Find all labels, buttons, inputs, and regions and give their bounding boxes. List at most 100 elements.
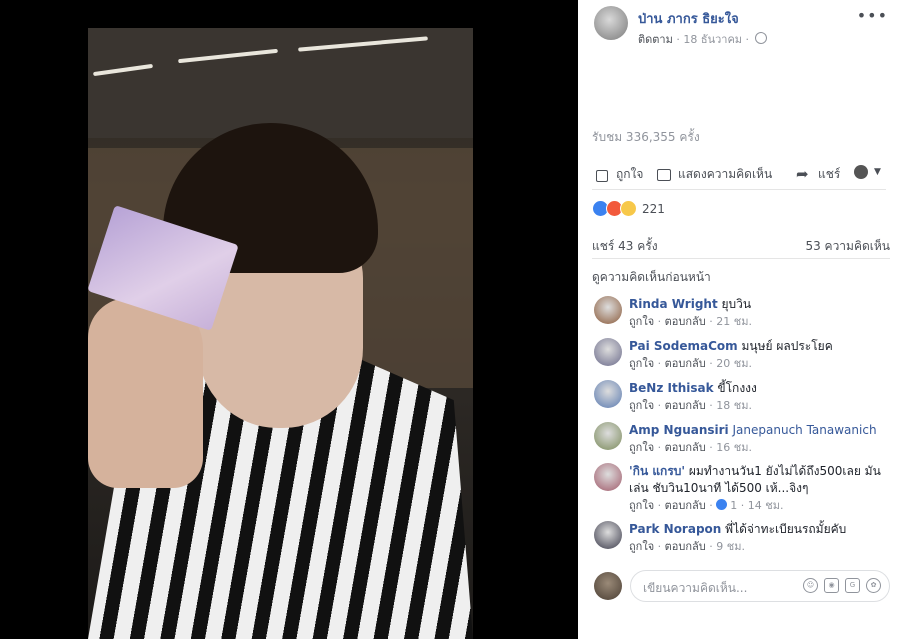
subline-separator: · bbox=[672, 33, 684, 46]
comment-text: ยุบวิน bbox=[721, 297, 752, 311]
comment-text-line: BeNz Ithisak ขี้โกงงง bbox=[629, 380, 891, 397]
comment-time[interactable]: 14 ชม. bbox=[748, 499, 784, 512]
post-header: ป่าน ภากร ธิยะใจ ติดตาม · 18 ธันวาคม · •… bbox=[578, 0, 900, 55]
comment-like-count[interactable]: 1 bbox=[730, 499, 737, 512]
post-as-selector[interactable]: ▼ bbox=[854, 165, 881, 179]
comment-meta: ถูกใจ · ตอบกลับ · 21 ชม. bbox=[629, 315, 752, 328]
video-background-ceiling bbox=[88, 28, 473, 138]
globe-icon bbox=[754, 32, 767, 44]
share-button[interactable]: แชร์ bbox=[796, 165, 840, 184]
comment-text-line: Amp Nguansiri Janepanuch Tanawanich bbox=[629, 422, 891, 439]
comment-like-link[interactable]: ถูกใจ bbox=[629, 499, 654, 512]
thumbs-up-icon bbox=[594, 168, 610, 182]
like-button[interactable]: ถูกใจ bbox=[594, 165, 643, 184]
comment-label: แสดงความคิดเห็น bbox=[678, 167, 773, 181]
comment-composer: เขียนความคิดเห็น... ☺ ◉ G ✿ bbox=[594, 570, 890, 602]
share-icon bbox=[796, 165, 812, 183]
post-stats: แชร์ 43 ครั้ง 53 ความคิดเห็น bbox=[592, 234, 890, 259]
comment-body: Park Norapon พี่ได้จ่าทะเบียนรถมั้ยคับถู… bbox=[629, 521, 891, 555]
comment-text: ขี้โกงงง bbox=[717, 381, 757, 395]
comment-text-line: 'กิน แกรบ' ผมทำงานวัน1 ยังไม่ได้ถึง500เล… bbox=[629, 463, 891, 497]
commenter-name[interactable]: Rinda Wright bbox=[629, 297, 718, 311]
view-previous-comments-link[interactable]: ดูความคิดเห็นก่อนหน้า bbox=[592, 268, 711, 287]
commenter-avatar[interactable] bbox=[594, 380, 622, 408]
more-options-icon[interactable]: ••• bbox=[857, 6, 888, 25]
comment-text-line: Park Norapon พี่ได้จ่าทะเบียนรถมั้ยคับ bbox=[629, 521, 891, 538]
commenter-avatar[interactable] bbox=[594, 521, 622, 549]
reaction-count: 221 bbox=[642, 201, 665, 216]
composer-icons: ☺ ◉ G ✿ bbox=[803, 578, 881, 593]
comment-body: BeNz Ithisak ขี้โกงงงถูกใจ · ตอบกลับ · 1… bbox=[629, 380, 891, 414]
author-name[interactable]: ป่าน ภากร ธิยะใจ bbox=[638, 8, 739, 29]
comment-reply-link[interactable]: ตอบกลับ bbox=[665, 540, 706, 553]
video-person-hand bbox=[88, 298, 203, 488]
comment-icon bbox=[656, 168, 672, 182]
sticker-icon[interactable]: ✿ bbox=[866, 578, 881, 593]
commenter-avatar[interactable] bbox=[594, 463, 622, 491]
comment-like-link[interactable]: ถูกใจ bbox=[629, 357, 654, 370]
comment-like-link[interactable]: ถูกใจ bbox=[629, 540, 654, 553]
share-count[interactable]: แชร์ 43 ครั้ง bbox=[592, 237, 658, 256]
comment-text: พี่ได้จ่าทะเบียนรถมั้ยคับ bbox=[725, 522, 847, 536]
commenter-avatar[interactable] bbox=[594, 422, 622, 450]
comment-button[interactable]: แสดงความคิดเห็น bbox=[656, 165, 772, 184]
comment-input-placeholder: เขียนความคิดเห็น... bbox=[643, 581, 748, 595]
comment-meta: ถูกใจ · ตอบกลับ · 16 ชม. bbox=[629, 441, 752, 454]
comment-time[interactable]: 21 ชม. bbox=[716, 315, 752, 328]
post-subline: ติดตาม · 18 ธันวาคม · bbox=[638, 30, 767, 48]
reactions-summary[interactable]: 221 bbox=[592, 200, 665, 217]
video-stage bbox=[0, 0, 578, 639]
like-label: ถูกใจ bbox=[616, 167, 644, 181]
commenter-name[interactable]: Park Norapon bbox=[629, 522, 721, 536]
share-label: แชร์ bbox=[818, 167, 841, 181]
comment-text-line: Pai SodemaCom มนุษย์ ผลประโยค bbox=[629, 338, 891, 355]
sad-reaction-icon bbox=[620, 200, 637, 217]
commenter-name[interactable]: 'กิน แกรบ' bbox=[629, 464, 685, 478]
comment-body: Rinda Wright ยุบวินถูกใจ · ตอบกลับ · 21 … bbox=[629, 296, 891, 330]
camera-icon[interactable]: ◉ bbox=[824, 578, 839, 593]
comment-time[interactable]: 9 ชม. bbox=[716, 540, 745, 553]
comment-like-link[interactable]: ถูกใจ bbox=[629, 315, 654, 328]
commenter-avatar[interactable] bbox=[594, 338, 622, 366]
comment-reply-link[interactable]: ตอบกลับ bbox=[665, 399, 706, 412]
comment-body: Pai SodemaCom มนุษย์ ผลประโยคถูกใจ · ตอบ… bbox=[629, 338, 891, 372]
comment-reply-link[interactable]: ตอบกลับ bbox=[665, 315, 706, 328]
commenter-avatar[interactable] bbox=[594, 296, 622, 324]
commenter-name[interactable]: Pai SodemaCom bbox=[629, 339, 738, 353]
comment-time[interactable]: 18 ชม. bbox=[716, 399, 752, 412]
comment-meta: ถูกใจ · ตอบกลับ · 1 · 14 ชม. bbox=[629, 499, 784, 512]
comment-body: Amp Nguansiri Janepanuch Tanawanich ถูกใจ… bbox=[629, 422, 891, 456]
follow-link[interactable]: ติดตาม bbox=[638, 33, 673, 46]
comment-reply-link[interactable]: ตอบกลับ bbox=[665, 357, 706, 370]
comment-reply-link[interactable]: ตอบกลับ bbox=[665, 499, 706, 512]
video-player[interactable] bbox=[88, 28, 473, 639]
author-avatar[interactable] bbox=[594, 6, 628, 40]
tagged-user-link[interactable]: Janepanuch Tanawanich bbox=[733, 423, 877, 437]
comment-count[interactable]: 53 ความคิดเห็น bbox=[805, 237, 890, 256]
post-side-panel: ป่าน ภากร ธิยะใจ ติดตาม · 18 ธันวาคม · •… bbox=[578, 0, 900, 639]
comment-reply-link[interactable]: ตอบกลับ bbox=[665, 441, 706, 454]
emoji-icon[interactable]: ☺ bbox=[803, 578, 818, 593]
view-count: รับชม 336,355 ครั้ง bbox=[592, 130, 700, 144]
chevron-down-icon: ▼ bbox=[874, 167, 881, 177]
user-avatar-mini bbox=[854, 165, 868, 179]
comment-meta: ถูกใจ · ตอบกลับ · 20 ชม. bbox=[629, 357, 752, 370]
post-date[interactable]: 18 ธันวาคม bbox=[683, 33, 742, 46]
comment-meta: ถูกใจ · ตอบกลับ · 18 ชม. bbox=[629, 399, 752, 412]
comment-like-link[interactable]: ถูกใจ bbox=[629, 441, 654, 454]
comment-meta: ถูกใจ · ตอบกลับ · 9 ชม. bbox=[629, 540, 745, 553]
comment-like-link[interactable]: ถูกใจ bbox=[629, 399, 654, 412]
comment-like-icon bbox=[716, 499, 728, 510]
comment-text-line: Rinda Wright ยุบวิน bbox=[629, 296, 891, 313]
comment-text: มนุษย์ ผลประโยค bbox=[741, 339, 833, 353]
composer-avatar bbox=[594, 572, 622, 600]
comment-body: 'กิน แกรบ' ผมทำงานวัน1 ยังไม่ได้ถึง500เล… bbox=[629, 463, 891, 514]
subline-separator: · bbox=[742, 33, 753, 46]
comment-time[interactable]: 20 ชม. bbox=[716, 357, 752, 370]
gif-icon[interactable]: G bbox=[845, 578, 860, 593]
comment-time[interactable]: 16 ชม. bbox=[716, 441, 752, 454]
commenter-name[interactable]: BeNz Ithisak bbox=[629, 381, 714, 395]
post-actions-bar: ถูกใจ แสดงความคิดเห็น แชร์ ▼ bbox=[592, 157, 886, 190]
comment-input[interactable]: เขียนความคิดเห็น... ☺ ◉ G ✿ bbox=[630, 570, 890, 602]
commenter-name[interactable]: Amp Nguansiri bbox=[629, 423, 729, 437]
